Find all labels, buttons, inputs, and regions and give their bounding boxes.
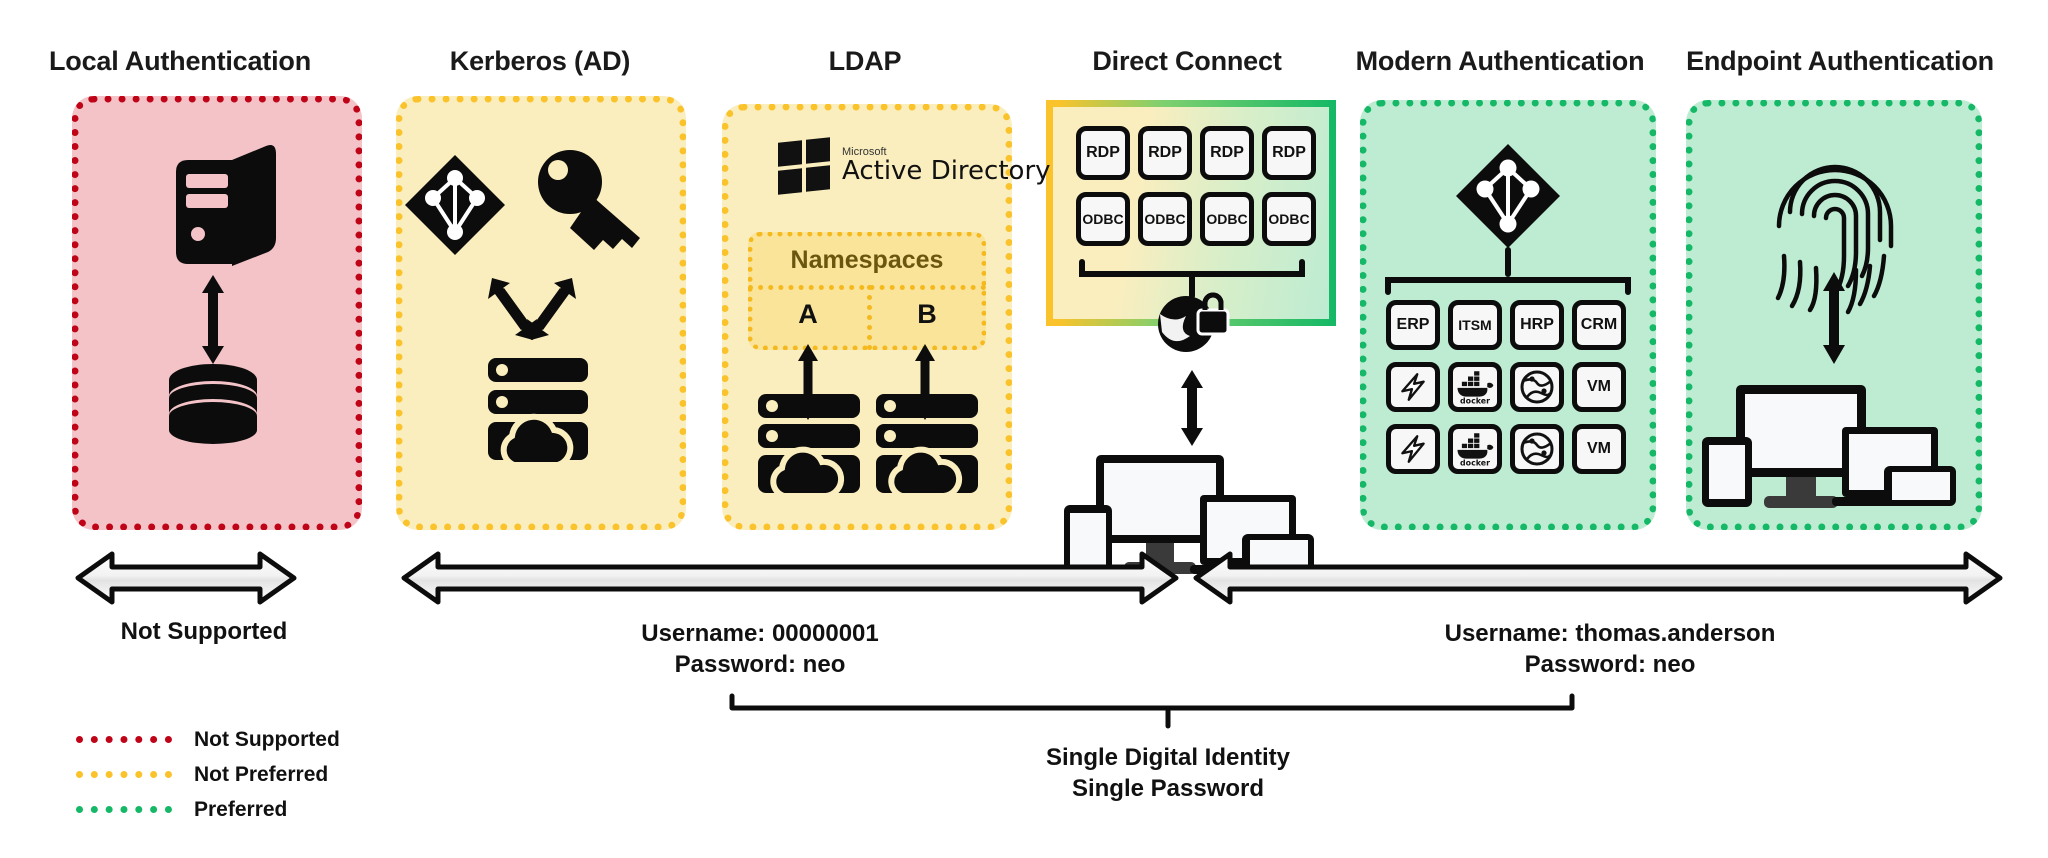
tile-label: RDP bbox=[1210, 144, 1244, 161]
column-title-ldap: LDAP bbox=[828, 46, 902, 76]
arrow-caption-modern-identity: Username: thomas.anderson Password: neo bbox=[1360, 618, 1860, 680]
single-identity-line-1: Single Digital Identity bbox=[1045, 744, 1291, 771]
legend-item-not-supported: Not Supported bbox=[76, 722, 340, 757]
docker-icon: docker bbox=[1457, 371, 1494, 405]
arrow-not-supported bbox=[75, 551, 297, 605]
tile-label: ODBC bbox=[1144, 211, 1186, 227]
protocol-tile-rdp-2[interactable]: RDP bbox=[1138, 126, 1192, 180]
panel-kerberos[interactable] bbox=[396, 96, 686, 530]
single-identity-caption: Single Digital Identity Single Password bbox=[968, 742, 1368, 804]
namespaces-label: Namespaces bbox=[790, 246, 944, 274]
legend-label-not-preferred: Not Preferred bbox=[194, 762, 329, 786]
direct-connect-bidirectional-arrow bbox=[1181, 370, 1203, 446]
namespace-b-label: B bbox=[917, 299, 937, 329]
tile-label: RDP bbox=[1148, 144, 1182, 161]
modern-password: Password: neo bbox=[1524, 651, 1696, 678]
protocol-tile-odbc-3[interactable]: ODBC bbox=[1200, 192, 1254, 246]
legend-swatch-not-preferred bbox=[76, 771, 172, 778]
app-tile-lightning-2[interactable] bbox=[1386, 424, 1440, 474]
tile-label: CRM bbox=[1580, 316, 1618, 333]
diagram-canvas: Local Authentication Kerberos (AD) LDAP … bbox=[0, 0, 2048, 858]
protocol-tile-rdp-1[interactable]: RDP bbox=[1076, 126, 1130, 180]
protocol-tile-odbc-4[interactable]: ODBC bbox=[1262, 192, 1316, 246]
column-title-endpoint: Endpoint Authentication bbox=[1686, 46, 1994, 76]
modern-username: Username: thomas.anderson bbox=[1444, 620, 1776, 647]
tile-label: RDP bbox=[1086, 144, 1120, 161]
network-globe-icon bbox=[1520, 370, 1554, 404]
legend-item-not-preferred: Not Preferred bbox=[76, 757, 340, 792]
single-identity-line-2: Single Password bbox=[1071, 775, 1265, 802]
legend-label-not-supported: Not Supported bbox=[194, 727, 340, 751]
arrow-caption-not-supported: Not Supported bbox=[120, 618, 288, 645]
app-tile-lightning-1[interactable] bbox=[1386, 362, 1440, 412]
arrow-caption-legacy-identity: Username: 00000001 Password: neo bbox=[560, 618, 960, 680]
protocol-tile-odbc-1[interactable]: ODBC bbox=[1076, 192, 1130, 246]
active-directory-logo: Microsoft Active Directory bbox=[778, 137, 1051, 195]
tile-label: ITSM bbox=[1458, 317, 1492, 333]
app-tile-erp[interactable]: ERP bbox=[1386, 300, 1440, 350]
namespaces-divider-vertical bbox=[867, 285, 872, 350]
protocol-tile-rdp-3[interactable]: RDP bbox=[1200, 126, 1254, 180]
namespace-a-label: A bbox=[798, 299, 818, 329]
docker-icon: docker bbox=[1457, 433, 1494, 467]
column-title-kerberos: Kerberos (AD) bbox=[449, 46, 631, 76]
app-tile-itsm[interactable]: ITSM bbox=[1448, 300, 1502, 350]
legend-item-preferred: Preferred bbox=[76, 792, 340, 827]
legend: Not Supported Not Preferred Preferred bbox=[76, 722, 340, 827]
arrow-legacy-identity bbox=[401, 551, 1179, 605]
tile-label: RDP bbox=[1272, 144, 1306, 161]
tile-label: HRP bbox=[1520, 316, 1554, 333]
legend-label-preferred: Preferred bbox=[194, 797, 288, 821]
app-tile-crm[interactable]: CRM bbox=[1572, 300, 1626, 350]
app-tile-network-2[interactable] bbox=[1510, 424, 1564, 474]
tile-label: ODBC bbox=[1268, 211, 1310, 227]
app-tile-docker-2[interactable]: docker bbox=[1448, 424, 1502, 474]
column-title-direct: Direct Connect bbox=[1092, 46, 1282, 76]
app-tile-vm-2[interactable]: VM bbox=[1572, 424, 1626, 474]
protocol-tile-odbc-2[interactable]: ODBC bbox=[1138, 192, 1192, 246]
lightning-icon bbox=[1401, 435, 1425, 463]
tile-label: ODBC bbox=[1206, 211, 1248, 227]
device-cluster-direct-connect bbox=[1064, 455, 1314, 575]
active-directory-wordmark: Active Directory bbox=[842, 156, 1051, 186]
network-globe-icon bbox=[1520, 432, 1554, 466]
app-tile-vm-1[interactable]: VM bbox=[1572, 362, 1626, 412]
tile-label: ERP bbox=[1396, 316, 1430, 333]
docker-wordmark: docker bbox=[1460, 459, 1490, 467]
tile-label: VM bbox=[1587, 378, 1611, 395]
protocol-tile-rdp-4[interactable]: RDP bbox=[1262, 126, 1316, 180]
tile-label: VM bbox=[1587, 440, 1611, 457]
column-title-local: Local Authentication bbox=[48, 46, 311, 76]
docker-wordmark: docker bbox=[1460, 397, 1490, 405]
column-title-modern: Modern Authentication bbox=[1355, 46, 1645, 76]
legacy-username: Username: 00000001 bbox=[641, 620, 879, 647]
single-identity-bracket bbox=[729, 693, 1575, 729]
app-tile-docker-1[interactable]: docker bbox=[1448, 362, 1502, 412]
app-tile-hrp[interactable]: HRP bbox=[1510, 300, 1564, 350]
lightning-icon bbox=[1401, 373, 1425, 401]
app-tile-network-1[interactable] bbox=[1510, 362, 1564, 412]
arrow-modern-identity bbox=[1193, 551, 2003, 605]
tile-label: ODBC bbox=[1082, 211, 1124, 227]
legend-swatch-preferred bbox=[76, 806, 172, 813]
legend-swatch-not-supported bbox=[76, 736, 172, 743]
panel-local-authentication[interactable] bbox=[72, 96, 362, 530]
legacy-password: Password: neo bbox=[674, 651, 846, 678]
panel-endpoint-authentication[interactable] bbox=[1686, 100, 1982, 530]
windows-logo-icon bbox=[778, 137, 830, 195]
